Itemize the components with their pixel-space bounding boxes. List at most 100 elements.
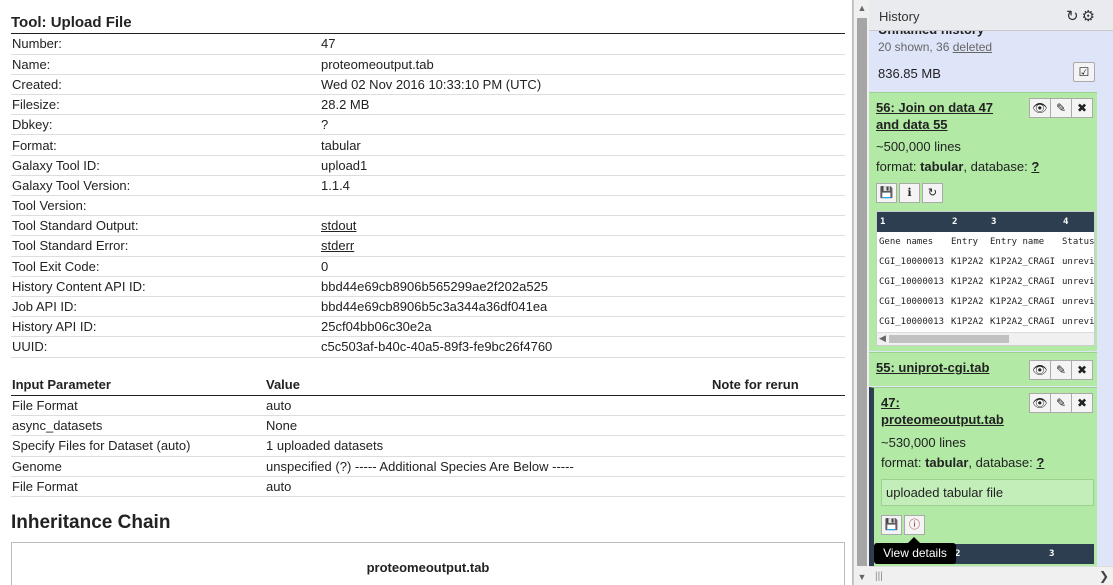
info-key: Tool Standard Output: (11, 215, 320, 237)
dataset-56: 56: Join on data 47 and data 55 👁 ✎ ✖ ~500… (869, 92, 1097, 351)
pencil-icon[interactable]: ✎ (1050, 393, 1072, 413)
delete-icon[interactable]: ✖ (1071, 98, 1093, 118)
tool-title: Tool: Upload File (11, 12, 845, 34)
shown-count: 20 shown, 36 (878, 40, 953, 54)
info-row-name: Name: proteomeoutput.tab (11, 54, 845, 75)
param-value: None (265, 415, 711, 437)
info-value: bbd44e69cb8906b5c3a344a36df041ea (320, 296, 845, 318)
dataset-55: 55: uniprot-cgi.tab 👁 ✎ ✖ (869, 352, 1097, 386)
scroll-down-arrow-icon[interactable]: ▼ (854, 569, 870, 585)
scroll-up-arrow-icon[interactable]: ▲ (854, 0, 870, 16)
inheritance-box: proteomeoutput.tab (11, 541, 845, 585)
history-bottom-bar[interactable]: ||| ❯ (869, 566, 1113, 585)
peek-scroll-thumb[interactable] (889, 335, 1009, 343)
dataset-47-title[interactable]: 47: proteomeoutput.tab (881, 394, 1004, 428)
info-value: c5c503af-b40c-40a5-89f3-fe9bc26f4760 (320, 336, 845, 358)
info-key: UUID: (11, 336, 320, 358)
param-note (711, 435, 845, 457)
info-value: 28.2 MB (320, 94, 845, 116)
stderr-link[interactable]: stderr (321, 238, 354, 253)
refresh-icon[interactable]: ↻ (1066, 8, 1079, 25)
info-row-format: Format: tabular (11, 134, 845, 156)
peek-header: 1 2 3 4 (877, 212, 1094, 232)
info-value: 25cf04bb06c30e2a (320, 316, 845, 338)
peek-column-row: Gene names Entry Entry name Status (879, 237, 1095, 247)
gear-icon[interactable]: ⚙ (1082, 8, 1095, 25)
info-value: 0 (320, 256, 845, 277)
dataset-47-buttons: 👁 ✎ ✖ (1029, 393, 1093, 413)
info-key: Dbkey: (11, 114, 320, 136)
pencil-icon[interactable]: ✎ (1050, 98, 1072, 118)
stdout-link[interactable]: stdout (321, 218, 356, 233)
param-name: Specify Files for Dataset (auto) (11, 435, 265, 457)
history-header: History ↻ ⚙ (869, 0, 1113, 31)
expand-arrow-icon[interactable]: ❯ (1099, 569, 1109, 583)
param-note (711, 456, 845, 477)
param-row: File Format auto (11, 476, 845, 497)
eye-icon[interactable]: 👁 (1029, 360, 1051, 380)
checkbox-icon: ☑ (1078, 65, 1090, 79)
center-scrollbar[interactable]: ▲ ▼ (853, 0, 869, 585)
note-header: Note for rerun (711, 373, 845, 396)
param-row: Specify Files for Dataset (auto) 1 upload… (11, 435, 845, 457)
info-key: Job API ID: (11, 296, 320, 318)
param-name: File Format (11, 476, 265, 497)
dataset-55-title[interactable]: 55: uniprot-cgi.tab (876, 359, 989, 376)
dataset-56-title[interactable]: 56: Join on data 47 and data 55 (876, 99, 993, 133)
param-name: Genome (11, 456, 265, 477)
info-icon[interactable]: ⓘ (904, 515, 925, 535)
info-row-created: Created: Wed 02 Nov 2016 10:33:10 PM (UTC… (11, 74, 845, 96)
info-key: Name: (11, 54, 320, 75)
info-row-tool-id: Galaxy Tool ID: upload1 (11, 155, 845, 176)
inheritance-title: Inheritance Chain (11, 511, 171, 533)
info-row-stdout: Tool Standard Output: stdout (11, 215, 845, 237)
delete-icon[interactable]: ✖ (1071, 393, 1093, 413)
param-row: async_datasets None (11, 415, 845, 437)
info-icon[interactable]: ℹ (899, 183, 920, 203)
dataset-details: Tool: Upload File Number: 47 Name: proteom… (11, 0, 845, 585)
info-key: Tool Exit Code: (11, 256, 320, 277)
dataset-47-actions: 💾 ⓘ (881, 515, 927, 535)
save-icon[interactable]: 💾 (881, 515, 902, 535)
info-value (320, 195, 845, 217)
info-value: Wed 02 Nov 2016 10:33:10 PM (UTC) (320, 74, 845, 96)
info-row-tool-version: Galaxy Tool Version: 1.1.4 (11, 175, 845, 197)
database-link[interactable]: ? (1036, 455, 1044, 470)
peek-row: CGI_10000013 K1P2A2 K1P2A2_CRAGI unrevi (879, 297, 1095, 307)
info-row-filesize: Filesize: 28.2 MB (11, 94, 845, 116)
database-link[interactable]: ? (1031, 159, 1039, 174)
info-key: Galaxy Tool Version: (11, 175, 320, 197)
peek-row: CGI_10000013 K1P2A2 K1P2A2_CRAGI unrevi (879, 257, 1095, 267)
param-row: File Format auto (11, 395, 845, 417)
eye-icon[interactable]: 👁 (1029, 98, 1051, 118)
inheritance-item: proteomeoutput.tab (366, 559, 490, 575)
select-items-button[interactable]: ☑ (1073, 62, 1095, 82)
info-key: Created: (11, 74, 320, 96)
param-row: Genome unspecified (?) ----- Additional S… (11, 456, 845, 477)
save-icon[interactable]: 💾 (876, 183, 897, 203)
deleted-link[interactable]: deleted (953, 40, 992, 54)
info-row-tool-version-2: Tool Version: (11, 195, 845, 217)
view-details-tooltip: View details (874, 543, 956, 564)
param-note (711, 395, 845, 417)
peek-row: CGI_10000013 K1P2A2 K1P2A2_CRAGI unrevi (879, 277, 1095, 287)
info-key: History Content API ID: (11, 276, 320, 297)
dataset-56-actions: 💾 ℹ ↻ (876, 183, 945, 203)
info-key: Filesize: (11, 94, 320, 116)
dataset-info-table: Number: 47 Name: proteomeoutput.tab Create… (11, 34, 845, 358)
dataset-47-lines: ~530,000 lines (881, 435, 966, 450)
scrollbar-thumb[interactable] (857, 18, 867, 566)
param-header: Input Parameter (11, 373, 265, 396)
info-row-stderr: Tool Standard Error: stderr (11, 235, 845, 257)
info-value: 47 (320, 34, 845, 55)
param-value: unspecified (?) ----- Additional Species… (265, 456, 711, 477)
drag-handle-icon[interactable]: ||| (875, 571, 883, 582)
eye-icon[interactable]: 👁 (1029, 393, 1051, 413)
rerun-icon[interactable]: ↻ (922, 183, 943, 203)
peek-scrollbar[interactable]: ◀ (877, 332, 1094, 345)
pencil-icon[interactable]: ✎ (1050, 360, 1072, 380)
info-key: History API ID: (11, 316, 320, 338)
delete-icon[interactable]: ✖ (1071, 360, 1093, 380)
scroll-left-arrow-icon[interactable]: ◀ (879, 333, 886, 344)
input-params-table: Input Parameter Value Note for rerun Fil… (11, 373, 845, 497)
